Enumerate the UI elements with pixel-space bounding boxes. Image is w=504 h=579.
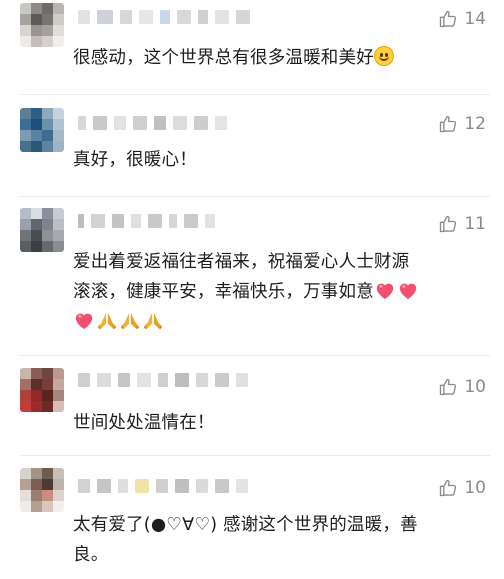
- thumbs-up-icon: [440, 10, 457, 28]
- username-blurred[interactable]: [78, 373, 298, 387]
- like-count: 10: [464, 478, 486, 498]
- comment-text-content: 很感动，这个世界总有很多温暖和美好: [73, 48, 374, 68]
- comment-text-line: 良。: [73, 545, 109, 565]
- comment-text: 爱出着爱返福往者福来，祝福爱心人士财源 滚滚，健康平安，幸福快乐，万事如意: [73, 247, 474, 337]
- avatar[interactable]: [20, 108, 64, 152]
- thumbs-up-icon: [440, 215, 457, 233]
- avatar[interactable]: [20, 468, 64, 512]
- avatar[interactable]: [20, 3, 64, 47]
- thumbs-up-icon: [440, 115, 457, 133]
- like-button[interactable]: 12: [438, 114, 486, 134]
- comment-text-content: 真好，很暖心！: [73, 150, 197, 170]
- like-button[interactable]: 10: [438, 377, 486, 397]
- like-count: 14: [464, 9, 486, 29]
- avatar[interactable]: [20, 368, 64, 412]
- heart-emoji: [376, 283, 394, 300]
- comment-text: 很感动，这个世界总有很多温暖和美好: [73, 43, 474, 73]
- like-count: 11: [464, 214, 486, 234]
- divider: [20, 355, 490, 356]
- comment-text-content: 世间处处温情在！: [73, 413, 215, 433]
- heart-emoji: [75, 313, 93, 330]
- praying-hands-emoji: [143, 312, 163, 330]
- comment-text: 世间处处温情在！: [73, 408, 474, 438]
- like-count: 12: [464, 114, 486, 134]
- comment-text-line: 太有爱了(●♡∀♡) 感谢这个世界的温暖，善: [73, 515, 418, 535]
- username-blurred[interactable]: [78, 479, 298, 493]
- like-button[interactable]: 11: [438, 214, 486, 234]
- username-blurred[interactable]: [78, 10, 298, 24]
- divider: [20, 455, 490, 456]
- username-blurred[interactable]: [78, 214, 298, 228]
- like-button[interactable]: 10: [438, 478, 486, 498]
- praying-hands-emoji: [97, 312, 117, 330]
- username-blurred[interactable]: [78, 116, 298, 130]
- comment-text: 真好，很暖心！: [73, 145, 474, 175]
- divider: [20, 94, 490, 95]
- avatar[interactable]: [20, 208, 64, 252]
- thumbs-up-icon: [440, 479, 457, 497]
- comment-text-line: 滚滚，健康平安，幸福快乐，万事如意: [73, 282, 374, 302]
- comment-text-line: 爱出着爱返福往者福来，祝福爱心人士财源: [73, 252, 410, 272]
- heart-emoji: [399, 283, 417, 300]
- like-button[interactable]: 14: [438, 9, 486, 29]
- smile-emoji: [373, 46, 394, 66]
- thumbs-up-icon: [440, 378, 457, 396]
- divider: [20, 196, 490, 197]
- praying-hands-emoji: [120, 312, 140, 330]
- like-count: 10: [464, 377, 486, 397]
- comment-text: 太有爱了(●♡∀♡) 感谢这个世界的温暖，善 良。: [73, 510, 474, 570]
